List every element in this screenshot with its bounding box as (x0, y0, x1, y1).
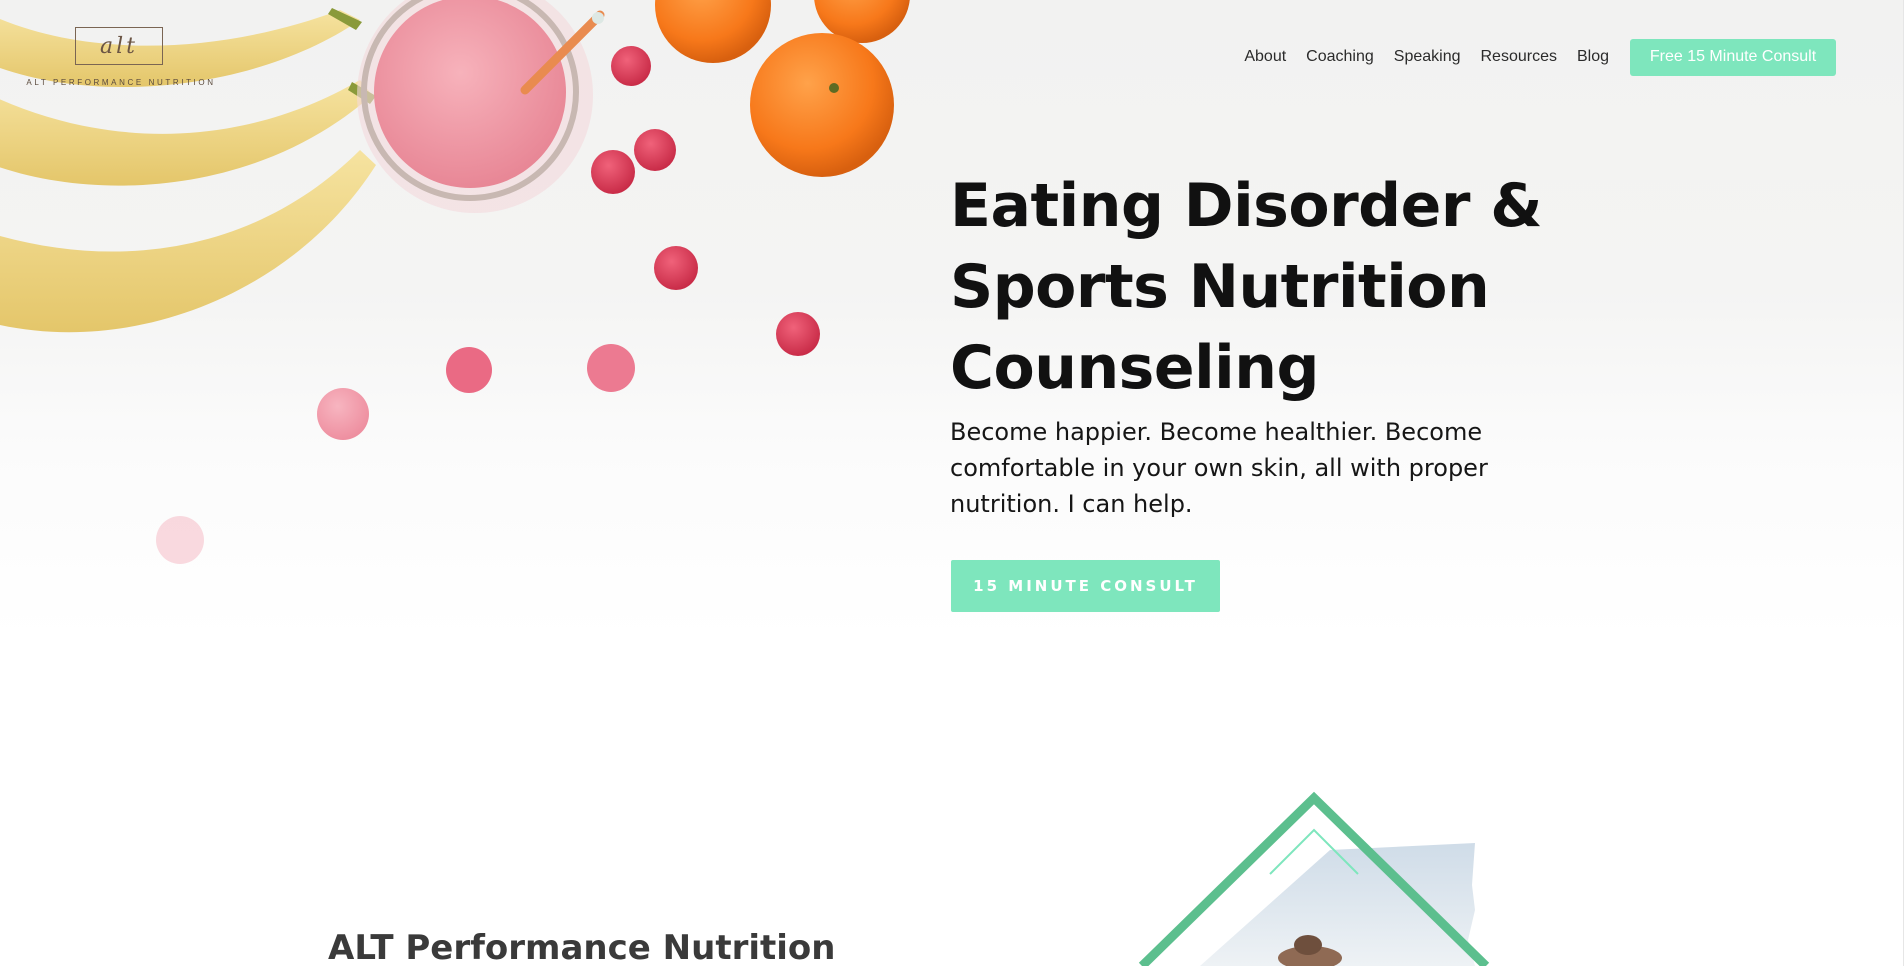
about-title: ALT Performance Nutrition (328, 928, 836, 966)
consult-button[interactable]: 15 MINUTE CONSULT (951, 560, 1220, 612)
hero-section: alt ALT PERFORMANCE NUTRITION About Coac… (0, 0, 1904, 640)
nav-link-coaching[interactable]: Coaching (1306, 48, 1374, 66)
main-nav: About Coaching Speaking Resources Blog F… (1244, 38, 1836, 76)
hero-title: Eating Disorder & Sports Nutrition Couns… (950, 171, 1543, 403)
logo-caption: ALT PERFORMANCE NUTRITION (26, 78, 216, 87)
hero-subtitle: Become happier. Become healthier. Become… (950, 418, 1488, 518)
nav-link-blog[interactable]: Blog (1577, 48, 1609, 66)
site-logo[interactable]: alt ALT PERFORMANCE NUTRITION (26, 26, 216, 90)
fruit-smoothie-image (0, 0, 910, 564)
free-consult-button[interactable]: Free 15 Minute Consult (1630, 38, 1836, 76)
diamond-frame-image (1138, 791, 1490, 966)
nav-link-resources[interactable]: Resources (1480, 48, 1556, 66)
nav-link-speaking[interactable]: Speaking (1394, 48, 1461, 66)
nav-link-about[interactable]: About (1244, 48, 1286, 66)
logo-mark: alt (75, 27, 163, 65)
page: alt ALT PERFORMANCE NUTRITION About Coac… (0, 0, 1904, 966)
